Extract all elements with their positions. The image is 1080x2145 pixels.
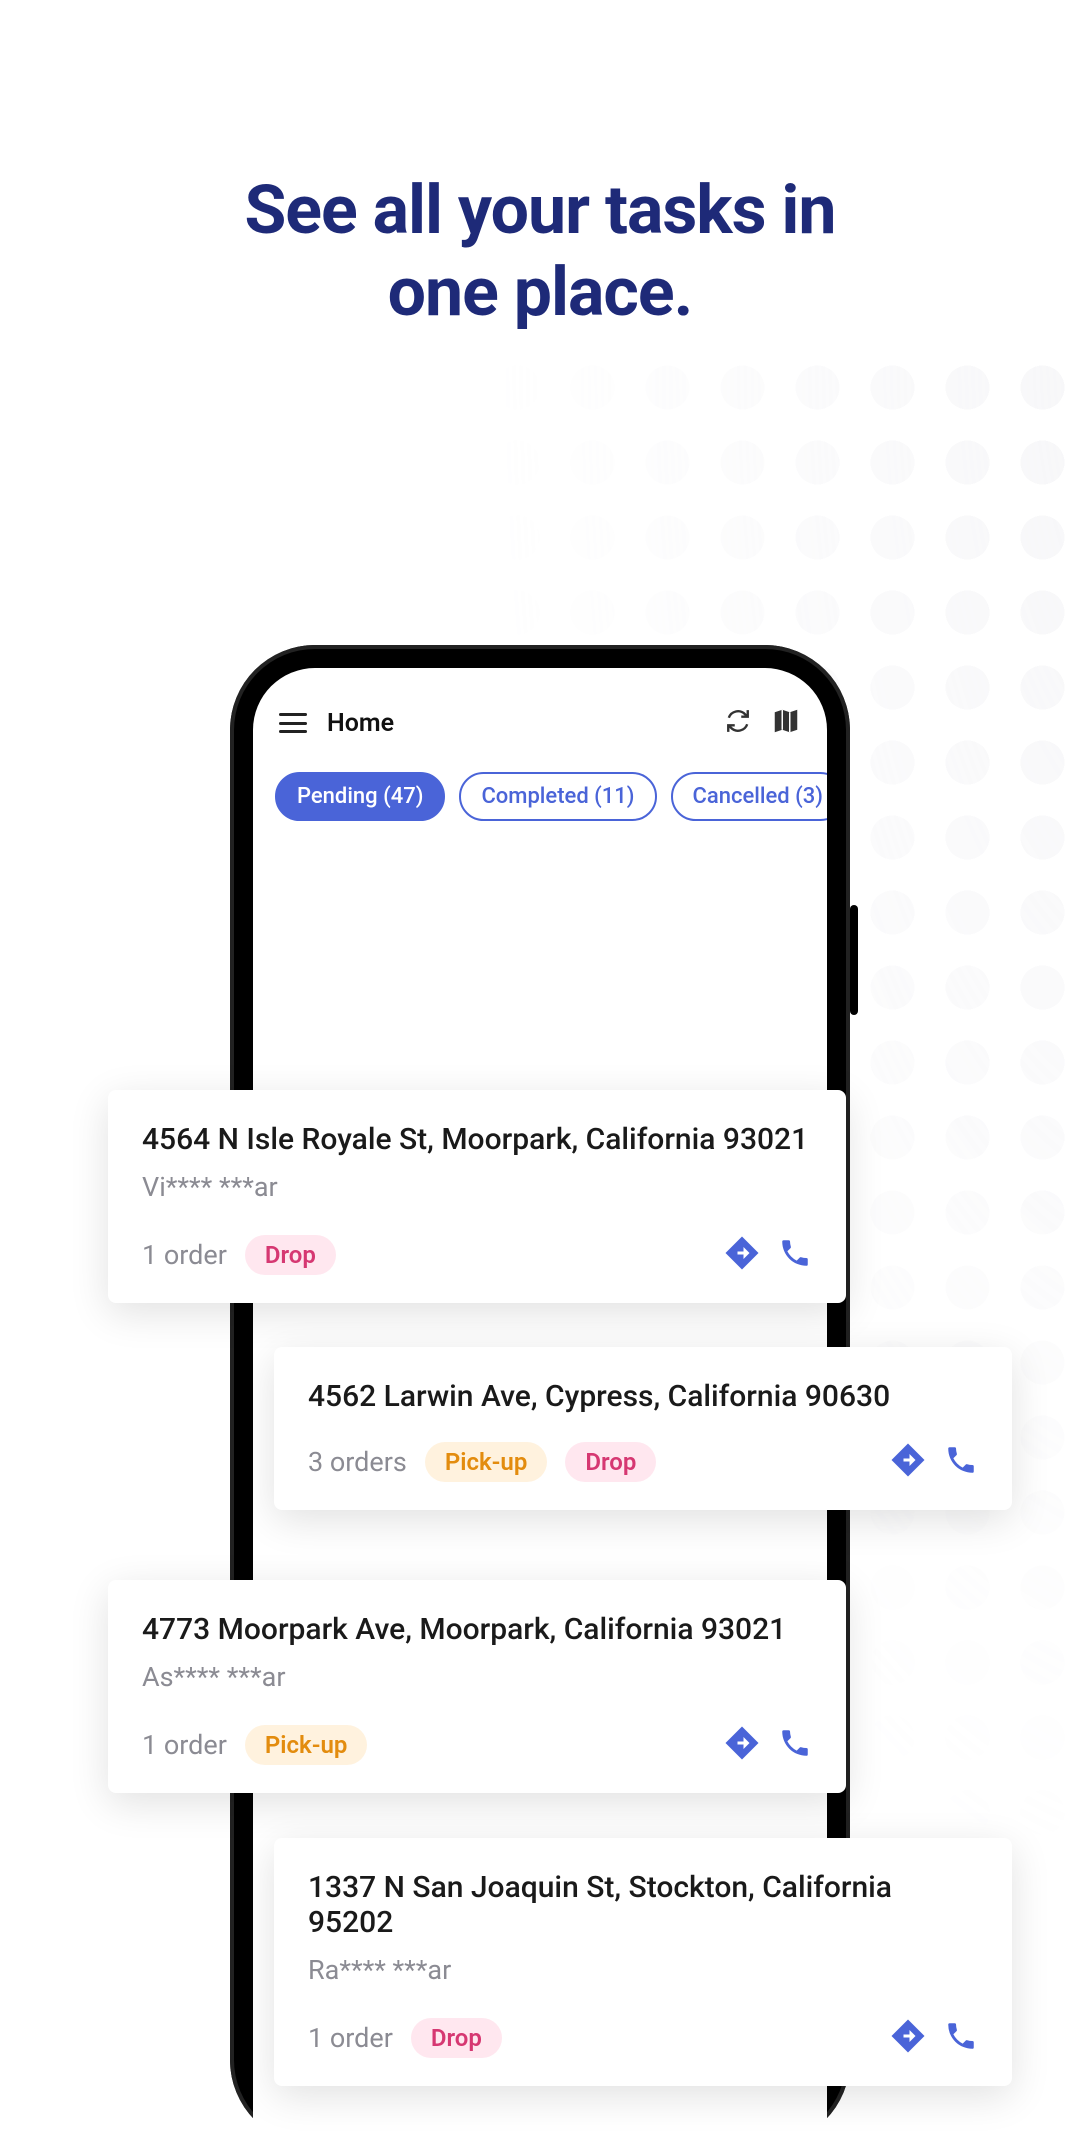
hero-title: See all your tasks in one place. bbox=[0, 170, 1080, 333]
order-count: 1 order bbox=[142, 1729, 227, 1761]
task-customer: Vi**** ***ar bbox=[142, 1171, 812, 1203]
refresh-icon[interactable] bbox=[725, 708, 751, 738]
tag-drop: Drop bbox=[411, 2018, 502, 2058]
directions-icon[interactable] bbox=[890, 2018, 926, 2058]
task-card[interactable]: 4773 Moorpark Ave, Moorpark, California … bbox=[108, 1580, 846, 1793]
task-address: 1337 N San Joaquin St, Stockton, Califor… bbox=[308, 1870, 978, 1940]
task-customer: Ra**** ***ar bbox=[308, 1954, 978, 1986]
task-address: 4773 Moorpark Ave, Moorpark, California … bbox=[142, 1612, 812, 1647]
map-icon[interactable] bbox=[771, 706, 801, 740]
order-count: 1 order bbox=[142, 1239, 227, 1271]
order-count: 3 orders bbox=[308, 1446, 407, 1478]
tag-pickup: Pick-up bbox=[245, 1725, 368, 1765]
task-address: 4562 Larwin Ave, Cypress, California 906… bbox=[308, 1379, 978, 1414]
directions-icon[interactable] bbox=[724, 1235, 760, 1275]
directions-icon[interactable] bbox=[890, 1442, 926, 1482]
task-footer: 1 order Drop bbox=[142, 1235, 812, 1275]
app-header: Home bbox=[253, 668, 827, 740]
phone-icon[interactable] bbox=[944, 2019, 978, 2057]
tag-drop: Drop bbox=[245, 1235, 336, 1275]
filter-cancelled[interactable]: Cancelled (3) bbox=[671, 772, 828, 821]
phone-icon[interactable] bbox=[778, 1236, 812, 1274]
task-card[interactable]: 4562 Larwin Ave, Cypress, California 906… bbox=[274, 1347, 1012, 1510]
task-card[interactable]: 4564 N Isle Royale St, Moorpark, Califor… bbox=[108, 1090, 846, 1303]
task-footer: 1 order Drop bbox=[308, 2018, 978, 2058]
phone-icon[interactable] bbox=[944, 1443, 978, 1481]
phone-icon[interactable] bbox=[778, 1726, 812, 1764]
tag-drop: Drop bbox=[565, 1442, 656, 1482]
filter-completed[interactable]: Completed (11) bbox=[459, 772, 656, 821]
directions-icon[interactable] bbox=[724, 1725, 760, 1765]
filter-pending[interactable]: Pending (47) bbox=[275, 772, 445, 821]
task-customer: As**** ***ar bbox=[142, 1661, 812, 1693]
filter-row: Pending (47) Completed (11) Cancelled (3… bbox=[253, 740, 827, 821]
page-title: Home bbox=[327, 709, 394, 738]
task-footer: 3 orders Pick-up Drop bbox=[308, 1442, 978, 1482]
task-card[interactable]: 1337 N San Joaquin St, Stockton, Califor… bbox=[274, 1838, 1012, 2086]
tag-pickup: Pick-up bbox=[425, 1442, 548, 1482]
hero-line-2: one place. bbox=[388, 252, 693, 332]
task-footer: 1 order Pick-up bbox=[142, 1725, 812, 1765]
hero-line-1: See all your tasks in bbox=[244, 170, 835, 250]
order-count: 1 order bbox=[308, 2022, 393, 2054]
phone-side-button bbox=[850, 905, 858, 1015]
task-address: 4564 N Isle Royale St, Moorpark, Califor… bbox=[142, 1122, 812, 1157]
hamburger-menu-icon[interactable] bbox=[279, 713, 307, 733]
